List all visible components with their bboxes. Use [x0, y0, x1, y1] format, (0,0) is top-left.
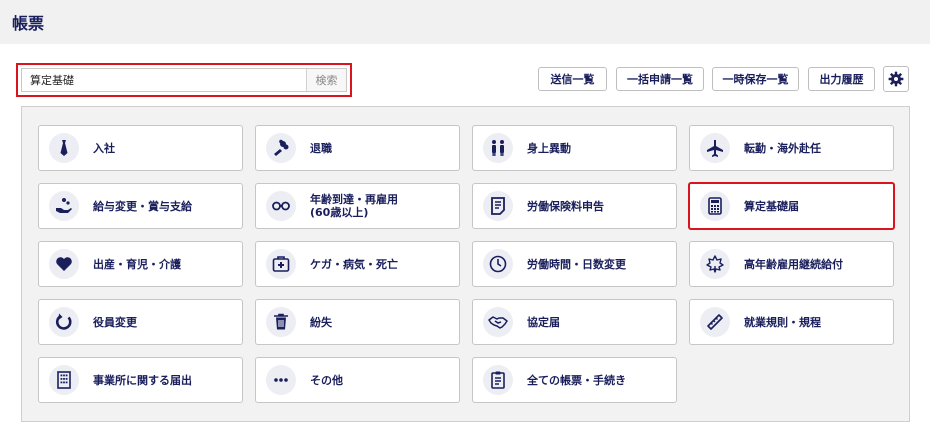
first-aid-icon — [266, 249, 296, 279]
necktie-icon — [49, 133, 79, 163]
search-field-group: 検索 — [21, 68, 347, 92]
tile-retirement[interactable]: 退職 — [255, 125, 460, 171]
tile-label: 退職 — [310, 141, 332, 155]
tile-label: その他 — [310, 373, 343, 387]
page-title: 帳票 — [12, 14, 45, 33]
calculator-icon — [700, 191, 730, 221]
tile-label: 年齢到達・再雇用 (60歳以上) — [310, 193, 398, 219]
tile-label: 入社 — [93, 141, 115, 155]
tile-label: 算定基礎届 — [744, 199, 799, 213]
tile-hiring[interactable]: 入社 — [38, 125, 243, 171]
settings-button[interactable] — [883, 66, 909, 92]
tile-label: 労働保険料申告 — [527, 199, 604, 213]
bouquet-icon — [266, 133, 296, 163]
clipboard-icon — [483, 365, 513, 395]
document-icon — [483, 191, 513, 221]
search-input[interactable] — [22, 69, 306, 91]
building-icon — [49, 365, 79, 395]
ruler-icon — [700, 307, 730, 337]
sent-list-button[interactable]: 送信一覧 — [538, 67, 607, 91]
tile-label: 全ての帳票・手続き — [527, 373, 626, 387]
tile-personal-change[interactable]: 身上異動 — [472, 125, 677, 171]
tile-label: 高年齢雇用継続給付 — [744, 257, 843, 271]
airplane-icon — [700, 133, 730, 163]
tile-label: 身上異動 — [527, 141, 571, 155]
more-icon — [266, 365, 296, 395]
leaf-icon — [700, 249, 730, 279]
clock-icon — [483, 249, 513, 279]
tile-childbirth[interactable]: 出産・育児・介護 — [38, 241, 243, 287]
bulk-application-list-button[interactable]: 一括申請一覧 — [616, 67, 704, 91]
page-header: 帳票 — [0, 0, 930, 44]
handshake-icon — [483, 307, 513, 337]
tile-label: 出産・育児・介護 — [93, 257, 181, 271]
tile-injury[interactable]: ケガ・病気・死亡 — [255, 241, 460, 287]
hand-coins-icon — [49, 191, 79, 221]
tile-labor-insurance[interactable]: 労働保険料申告 — [472, 183, 677, 229]
family-icon — [483, 133, 513, 163]
tile-label: ケガ・病気・死亡 — [310, 257, 398, 271]
tile-label: 転勤・海外赴任 — [744, 141, 821, 155]
tile-office-notification[interactable]: 事業所に関する届出 — [38, 357, 243, 403]
tile-label: 役員変更 — [93, 315, 137, 329]
glasses-icon — [266, 191, 296, 221]
output-history-button[interactable]: 出力履歴 — [808, 67, 875, 91]
gear-icon — [888, 71, 904, 87]
tile-elderly-benefit[interactable]: 高年齢雇用継続給付 — [689, 241, 894, 287]
tile-transfer[interactable]: 転勤・海外赴任 — [689, 125, 894, 171]
forms-panel: 入社 退職 身上異動 転勤・海外赴任 給与変更・賞与支給 年齢到達・再雇用 (6… — [21, 106, 910, 422]
tile-age-reemployment[interactable]: 年齢到達・再雇用 (60歳以上) — [255, 183, 460, 229]
trash-icon — [266, 307, 296, 337]
tile-label: 給与変更・賞与支給 — [93, 199, 192, 213]
draft-list-button[interactable]: 一時保存一覧 — [712, 67, 799, 91]
tile-officer-change[interactable]: 役員変更 — [38, 299, 243, 345]
tile-label: 事業所に関する届出 — [93, 373, 192, 387]
tile-working-hours[interactable]: 労働時間・日数変更 — [472, 241, 677, 287]
heart-icon — [49, 249, 79, 279]
tile-label: 協定届 — [527, 315, 560, 329]
search-box: 検索 — [16, 63, 352, 97]
tile-work-rules[interactable]: 就業規則・規程 — [689, 299, 894, 345]
tile-label: 労働時間・日数変更 — [527, 257, 626, 271]
search-button[interactable]: 検索 — [306, 69, 346, 91]
tile-label: 就業規則・規程 — [744, 315, 821, 329]
tile-other[interactable]: その他 — [255, 357, 460, 403]
tile-salary-change[interactable]: 給与変更・賞与支給 — [38, 183, 243, 229]
refresh-icon — [49, 307, 79, 337]
tile-agreement[interactable]: 協定届 — [472, 299, 677, 345]
tile-lost[interactable]: 紛失 — [255, 299, 460, 345]
tile-label: 紛失 — [310, 315, 332, 329]
tile-all-forms[interactable]: 全ての帳票・手続き — [472, 357, 677, 403]
tile-santei-kiso[interactable]: 算定基礎届 — [688, 182, 895, 230]
